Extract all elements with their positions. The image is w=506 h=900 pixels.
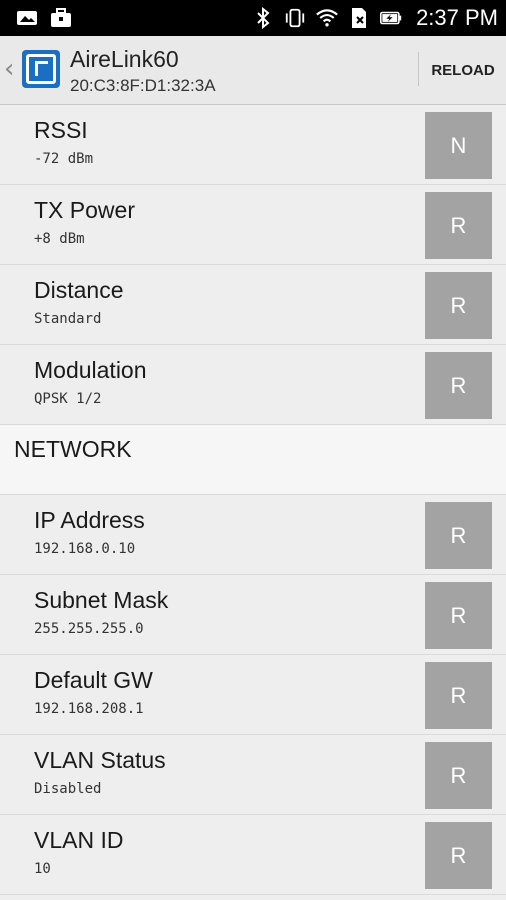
default-gw-r-button[interactable]: R (425, 662, 492, 729)
status-bar: 2:37 PM (0, 0, 506, 36)
row-value: 255.255.255.0 (34, 621, 144, 637)
distance-r-button[interactable]: R (425, 272, 492, 339)
row-label: Subnet Mask (34, 587, 169, 613)
gallery-icon (16, 7, 38, 29)
subnet-mask-r-button[interactable]: R (425, 582, 492, 649)
app-bar-divider (418, 52, 419, 86)
list-item-vlan-status[interactable]: VLAN Status Disabled R (0, 735, 506, 815)
row-value: +8 dBm (34, 231, 85, 247)
row-label: RSSI (34, 117, 88, 143)
device-title: AireLink60 (70, 46, 179, 72)
device-mac-address: 20:C3:8F:D1:32:3A (70, 76, 216, 95)
list-item-ip-address[interactable]: IP Address 192.168.0.10 R (0, 495, 506, 575)
row-value: 192.168.0.10 (34, 541, 136, 557)
row-label: VLAN ID (34, 827, 124, 853)
row-value: 192.168.208.1 (34, 701, 144, 717)
vlan-status-r-button[interactable]: R (425, 742, 492, 809)
section-header-network: NETWORK (0, 425, 506, 495)
rssi-n-button[interactable]: N (425, 112, 492, 179)
row-value: -72 dBm (34, 151, 94, 167)
row-label: IP Address (34, 507, 145, 533)
app-bar: ‹ AireLink60 20:C3:8F:D1:32:3A RELOAD (0, 36, 506, 105)
modulation-r-button[interactable]: R (425, 352, 492, 419)
status-right-icons: 2:37 PM (252, 5, 498, 31)
bluetooth-icon (252, 7, 274, 29)
list-item-rssi[interactable]: RSSI -72 dBm N (0, 105, 506, 185)
battery-charging-icon (380, 7, 402, 29)
row-label: TX Power (34, 197, 135, 223)
row-value: Disabled (34, 781, 102, 797)
sim-icon (348, 7, 370, 29)
row-value: Standard (34, 311, 102, 327)
vibrate-icon (284, 7, 306, 29)
app-logo (22, 50, 60, 88)
list-item-subnet-mask[interactable]: Subnet Mask 255.255.255.0 R (0, 575, 506, 655)
reload-button[interactable]: RELOAD (420, 36, 506, 104)
row-label: VLAN Status (34, 747, 166, 773)
section-label: NETWORK (14, 436, 132, 462)
status-left-icons (16, 7, 72, 29)
list-item-vlan-id[interactable]: VLAN ID 10 R (0, 815, 506, 895)
tx-power-r-button[interactable]: R (425, 192, 492, 259)
row-label: Distance (34, 277, 124, 303)
list-item-distance[interactable]: Distance Standard R (0, 265, 506, 345)
status-time: 2:37 PM (416, 5, 498, 30)
row-label: Modulation (34, 357, 147, 383)
row-value: QPSK 1/2 (34, 391, 102, 407)
settings-list: RSSI -72 dBm N TX Power +8 dBm R Distanc… (0, 105, 506, 895)
row-value: 10 (34, 861, 51, 877)
list-item-modulation[interactable]: Modulation QPSK 1/2 R (0, 345, 506, 425)
row-label: Default GW (34, 667, 153, 693)
back-chevron-icon[interactable]: ‹ (4, 54, 14, 84)
list-item-tx-power[interactable]: TX Power +8 dBm R (0, 185, 506, 265)
ip-address-r-button[interactable]: R (425, 502, 492, 569)
vlan-id-r-button[interactable]: R (425, 822, 492, 889)
wifi-icon (316, 7, 338, 29)
list-item-default-gw[interactable]: Default GW 192.168.208.1 R (0, 655, 506, 735)
briefcase-icon (50, 7, 72, 29)
